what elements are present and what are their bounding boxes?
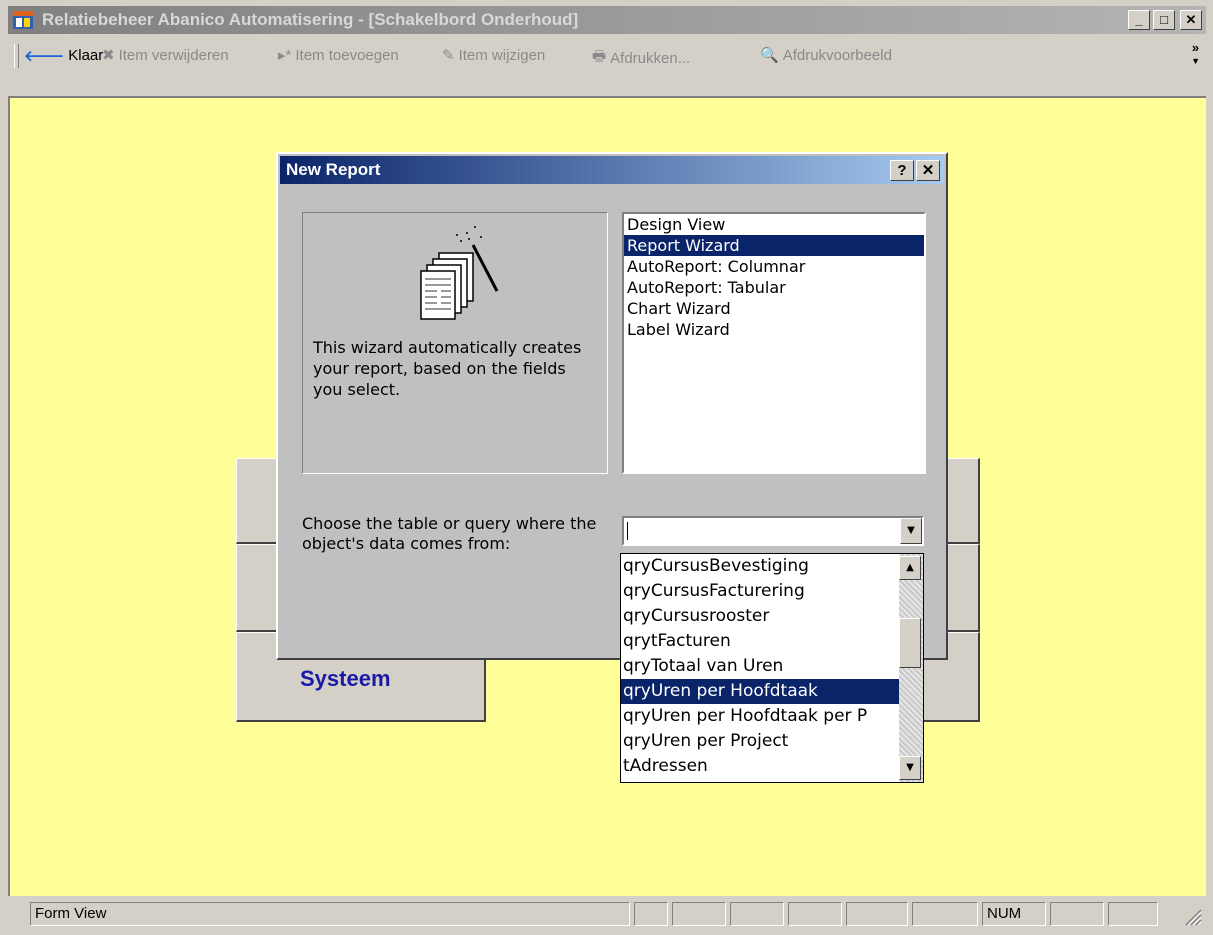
status-num-indicator: NUM	[982, 902, 1046, 926]
item-wijzigen-label: Item wijzigen	[458, 46, 546, 64]
status-view-text: Form View	[30, 902, 630, 926]
status-bar: Form View NUM	[8, 898, 1206, 928]
close-button[interactable]: ✕	[1180, 10, 1202, 30]
add-record-icon: ▸*	[278, 47, 292, 64]
print-preview-icon: 🔍	[760, 47, 779, 64]
dropdown-item[interactable]: qryTotaal van Uren	[621, 654, 923, 679]
dropdown-item[interactable]: qrytFacturen	[621, 629, 923, 654]
dropdown-item[interactable]: qryUren per Project	[621, 729, 923, 754]
item-wijzigen-button[interactable]: ✎ Item wijzigen	[442, 46, 546, 65]
option-chart-wizard[interactable]: Chart Wizard	[624, 298, 924, 319]
toolbar-grip[interactable]	[14, 44, 19, 68]
printer-icon: 🖶	[592, 48, 607, 65]
status-panel	[1050, 902, 1104, 926]
toolbar-overflow-chevron[interactable]: » ▼	[1191, 40, 1200, 67]
dialog-title-bar[interactable]: New Report ? ✕	[280, 156, 944, 184]
dropdown-item[interactable]: tAdressen	[621, 754, 923, 779]
dropdown-item[interactable]: qryCursusBevestiging	[621, 554, 923, 579]
dropdown-scrollbar[interactable]: ▲ ▼	[899, 554, 923, 782]
access-app-icon	[13, 11, 33, 29]
data-source-dropdown-list[interactable]: qryCursusBevestiging qryCursusFacturerin…	[620, 553, 924, 783]
scroll-up-button[interactable]: ▲	[899, 556, 921, 580]
item-toevoegen-button[interactable]: ▸* Item toevoegen	[278, 46, 399, 65]
klaar-label: Klaar	[68, 47, 104, 64]
dropdown-item[interactable]: qryCursusFacturering	[621, 579, 923, 604]
status-panel	[634, 902, 668, 926]
chevron-up-icon: ▲	[906, 562, 914, 573]
arrow-left-icon: 🡐	[24, 48, 65, 65]
title-bar[interactable]: Relatiebeheer Abanico Automatisering - […	[8, 6, 1206, 34]
status-panel	[730, 902, 784, 926]
option-design-view[interactable]: Design View	[624, 214, 924, 235]
status-panel	[672, 902, 726, 926]
option-report-wizard[interactable]: Report Wizard	[624, 235, 924, 256]
toolbar: 🡐 Klaar ✖ Item verwijderen ▸* Item toevo…	[8, 36, 1206, 76]
chevron-down-icon: ▼	[906, 762, 914, 773]
wizard-description: This wizard automatically creates your r…	[313, 338, 582, 399]
status-panel	[846, 902, 908, 926]
option-autoreport-tabular[interactable]: AutoReport: Tabular	[624, 277, 924, 298]
combo-dropdown-button[interactable]: ▼	[900, 518, 922, 544]
help-button[interactable]: ?	[890, 160, 914, 181]
chevron-down-icon: ▼	[907, 525, 915, 536]
resize-grip-icon[interactable]	[1182, 906, 1202, 926]
dialog-title: New Report	[286, 160, 381, 179]
text-caret	[627, 522, 628, 540]
option-autoreport-columnar[interactable]: AutoReport: Columnar	[624, 256, 924, 277]
data-source-combo[interactable]: ▼	[622, 516, 924, 546]
minimize-button[interactable]: _	[1128, 10, 1150, 30]
status-panel	[788, 902, 842, 926]
scroll-down-button[interactable]: ▼	[899, 756, 921, 780]
item-verwijderen-button[interactable]: ✖ Item verwijderen	[102, 46, 229, 65]
option-label-wizard[interactable]: Label Wizard	[624, 319, 924, 340]
scroll-thumb[interactable]	[899, 618, 921, 668]
report-type-listbox[interactable]: Design View Report Wizard AutoReport: Co…	[622, 212, 926, 474]
item-verwijderen-label: Item verwijderen	[118, 46, 229, 64]
afdrukvoorbeeld-button[interactable]: 🔍 Afdrukvoorbeeld	[760, 46, 892, 65]
afdrukken-label: Afdrukken...	[610, 50, 691, 67]
dropdown-item[interactable]: qryUren per Hoofdtaak per P	[621, 704, 923, 729]
access-window: Relatiebeheer Abanico Automatisering - […	[0, 0, 1213, 935]
klaar-button[interactable]: 🡐 Klaar	[24, 46, 103, 65]
dropdown-item-selected[interactable]: qryUren per Hoofdtaak	[621, 679, 923, 704]
dropdown-item[interactable]: qryCursusrooster	[621, 604, 923, 629]
edit-pencil-icon: ✎	[442, 47, 455, 64]
status-panel	[1108, 902, 1158, 926]
choose-source-label: Choose the table or query where the obje…	[302, 514, 597, 553]
wizard-preview-panel: This wizard automatically creates your r…	[302, 212, 608, 474]
report-wizard-icon	[420, 226, 499, 320]
delete-icon: ✖	[102, 47, 115, 64]
dialog-close-button[interactable]: ✕	[916, 160, 940, 181]
afdrukvoorbeeld-label: Afdrukvoorbeeld	[782, 46, 892, 64]
item-toevoegen-label: Item toevoegen	[295, 46, 399, 64]
systeem-label: Systeem	[300, 666, 391, 691]
maximize-button[interactable]: □	[1153, 10, 1175, 30]
afdrukken-button[interactable]: 🖶 Afdrukken...	[592, 46, 690, 71]
status-panel	[912, 902, 978, 926]
window-title: Relatiebeheer Abanico Automatisering - […	[42, 10, 579, 29]
overflow-chevron-icon: »	[1191, 40, 1200, 55]
